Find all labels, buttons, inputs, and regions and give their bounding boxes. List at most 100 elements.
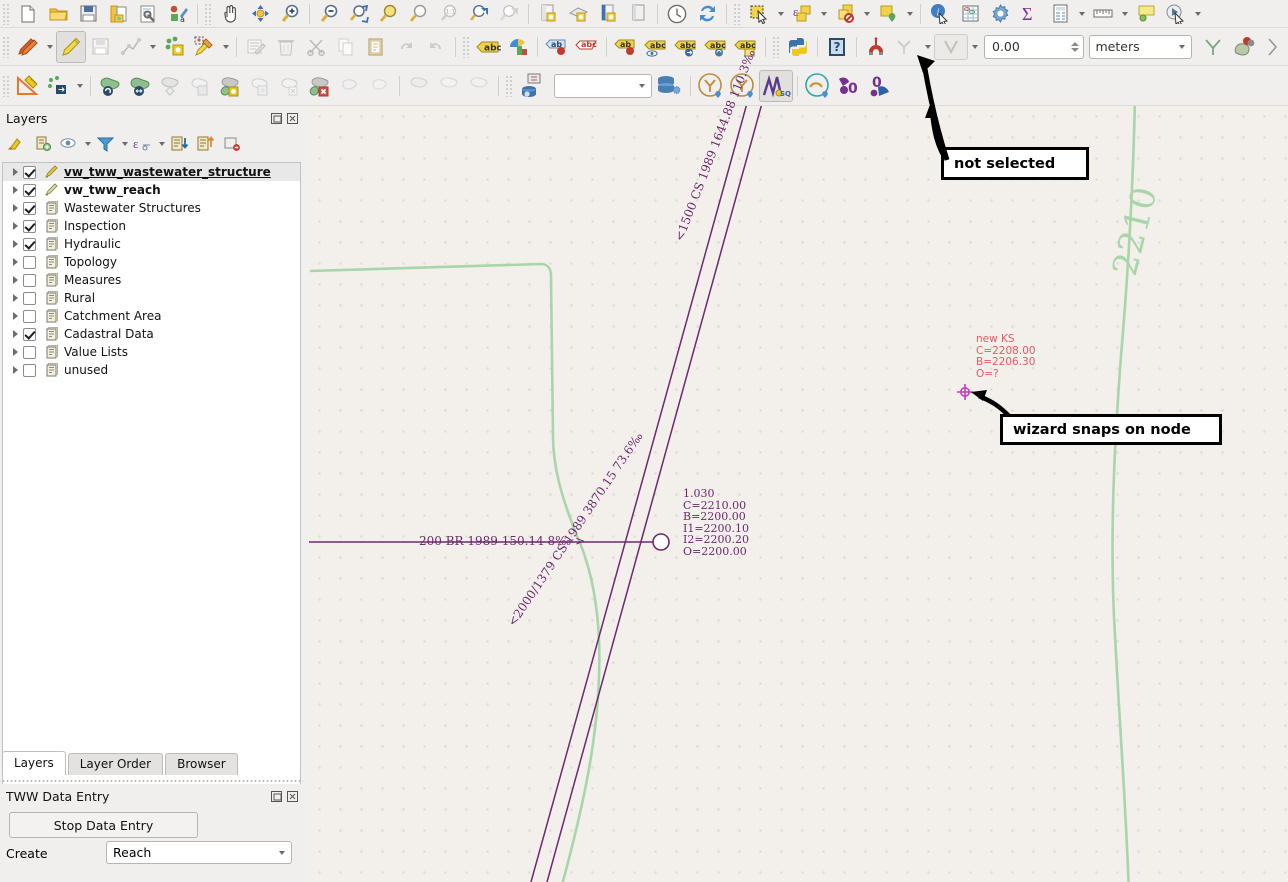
- select-value-dropdown[interactable]: [903, 1, 916, 27]
- simplify-feature-icon[interactable]: [125, 70, 155, 102]
- move-label2-icon[interactable]: abc: [671, 31, 701, 63]
- layer-visibility-checkbox[interactable]: [23, 165, 36, 179]
- add-ring-icon[interactable]: [155, 70, 185, 102]
- open-layer-styling-panel-icon[interactable]: [4, 132, 30, 156]
- paste-features-icon[interactable]: [361, 31, 391, 63]
- node-zero-alt-icon[interactable]: 0: [866, 70, 898, 102]
- add-line-feature-dropdown[interactable]: [146, 31, 159, 63]
- next-toolbar-overflow-icon[interactable]: [1258, 31, 1288, 63]
- temporal-controller-icon[interactable]: [662, 1, 692, 27]
- filter-legend-dropdown[interactable]: [119, 132, 130, 156]
- zoom-next-icon[interactable]: [494, 1, 524, 27]
- expand-all-icon[interactable]: [167, 132, 193, 156]
- vertex-tool-dropdown[interactable]: [219, 31, 232, 63]
- zoom-last-icon[interactable]: [464, 1, 494, 27]
- split-parts-icon[interactable]: [365, 70, 395, 102]
- modify-attributes-icon[interactable]: [241, 31, 271, 63]
- refresh-icon[interactable]: [692, 1, 722, 27]
- select-features-icon[interactable]: [744, 1, 774, 27]
- snapping-magnet-icon[interactable]: [861, 31, 891, 63]
- spatial-bookmarks-icon[interactable]: [1161, 1, 1191, 27]
- label-toolbar-icon[interactable]: abc: [473, 31, 503, 63]
- layer-visibility-checkbox[interactable]: [23, 201, 36, 215]
- layer-visibility-checkbox[interactable]: [23, 327, 36, 341]
- toolbar-grip[interactable]: [462, 35, 471, 58]
- zoom-in-icon[interactable]: [275, 1, 305, 27]
- toolbar-grip[interactable]: [2, 35, 11, 58]
- toolbar-grip[interactable]: [733, 2, 742, 25]
- zoom-out-icon[interactable]: [314, 1, 344, 27]
- delete-label-icon[interactable]: abc: [572, 31, 602, 63]
- node-zero-icon[interactable]: 0: [834, 70, 866, 102]
- layer-visibility-checkbox[interactable]: [23, 255, 36, 269]
- rotate-feature-icon[interactable]: [95, 70, 125, 102]
- add-part-icon[interactable]: [185, 70, 215, 102]
- save-project-as-icon[interactable]: [103, 1, 133, 27]
- field-calculator-icon[interactable]: [1045, 1, 1075, 27]
- layer-visibility-checkbox[interactable]: [23, 309, 36, 323]
- deselect-features-icon[interactable]: [830, 1, 860, 27]
- pan-map-icon[interactable]: [215, 1, 245, 27]
- select-by-expression-icon[interactable]: ε: [787, 1, 817, 27]
- panel-tab-browser[interactable]: Browser: [165, 753, 238, 775]
- filter-legend-expression-dropdown[interactable]: [156, 132, 167, 156]
- vertex-tool-icon[interactable]: [189, 31, 219, 63]
- add-line-feature-icon[interactable]: [116, 31, 146, 63]
- new-map-view-icon[interactable]: [533, 1, 563, 27]
- select-value-icon[interactable]: [873, 1, 903, 27]
- map-tips-icon[interactable]: [1131, 1, 1161, 27]
- panel-tab-layer-order[interactable]: Layer Order: [67, 753, 164, 775]
- db-manager-icon[interactable]: [516, 70, 550, 102]
- layer-row-catchment-area[interactable]: Catchment Area: [3, 307, 300, 325]
- spatial-bookmarks-dropdown[interactable]: [1191, 1, 1204, 27]
- select-features-dropdown[interactable]: [774, 1, 787, 27]
- layer-visibility-checkbox[interactable]: [23, 219, 36, 233]
- layout-manager-icon[interactable]: [623, 1, 653, 27]
- expand-collapse-icon[interactable]: [7, 276, 23, 284]
- open-attribute-table-icon[interactable]: [955, 1, 985, 27]
- options-icon[interactable]: [985, 1, 1015, 27]
- toggle-editing-icon[interactable]: [56, 30, 86, 63]
- save-project-icon[interactable]: [73, 1, 103, 27]
- topological-editing-icon[interactable]: [1198, 31, 1228, 63]
- toolbar-grip[interactable]: [2, 2, 11, 25]
- db-settings-icon[interactable]: [652, 70, 686, 102]
- filter-legend-expression-icon[interactable]: ε: [130, 132, 156, 156]
- manage-map-themes-icon[interactable]: [56, 132, 82, 156]
- open-project-icon[interactable]: [43, 1, 73, 27]
- zoom-to-layer-icon[interactable]: [404, 1, 434, 27]
- layer-row-cadastral-data[interactable]: Cadastral Data: [3, 325, 300, 343]
- layer-visibility-checkbox[interactable]: [23, 237, 36, 251]
- redo-icon[interactable]: [421, 31, 451, 63]
- new-project-icon[interactable]: [13, 1, 43, 27]
- expand-collapse-icon[interactable]: [7, 312, 23, 320]
- panel-splitter[interactable]: [0, 777, 303, 784]
- new-print-layout-icon[interactable]: [593, 1, 623, 27]
- select-by-expression-dropdown[interactable]: [817, 1, 830, 27]
- copy-features-icon[interactable]: [331, 31, 361, 63]
- panel-tab-layers[interactable]: Layers: [2, 751, 66, 775]
- field-calculator-dropdown[interactable]: [1075, 1, 1088, 27]
- layer-row-vw-tww-reach[interactable]: vw_tww_reach: [3, 181, 300, 199]
- add-point-feature-icon[interactable]: [159, 31, 189, 63]
- expand-collapse-icon[interactable]: [7, 204, 23, 212]
- toolbar-grip[interactable]: [505, 74, 514, 97]
- delete-part-icon[interactable]: [275, 70, 305, 102]
- split-features-icon[interactable]: [335, 70, 365, 102]
- pan-to-selection-icon[interactable]: [245, 1, 275, 27]
- measure-tool-icon[interactable]: [13, 70, 43, 102]
- remove-layer-icon[interactable]: [219, 132, 245, 156]
- save-layer-edits-icon[interactable]: [86, 31, 116, 63]
- toolbar-grip[interactable]: [772, 35, 781, 58]
- expand-collapse-icon[interactable]: [7, 186, 23, 194]
- delete-ring-icon[interactable]: [245, 70, 275, 102]
- merge-features-icon[interactable]: [404, 70, 434, 102]
- avoid-overlap-icon[interactable]: [1228, 31, 1258, 63]
- toolbar-grip[interactable]: [204, 2, 213, 25]
- stop-data-entry-button[interactable]: Stop Data Entry: [9, 812, 198, 838]
- zoom-native-icon[interactable]: 1:1: [434, 1, 464, 27]
- statistical-summary-icon[interactable]: Σ: [1015, 1, 1045, 27]
- expand-collapse-icon[interactable]: [7, 258, 23, 266]
- manage-map-themes-dropdown[interactable]: [82, 132, 93, 156]
- zoom-to-selection-icon[interactable]: [374, 1, 404, 27]
